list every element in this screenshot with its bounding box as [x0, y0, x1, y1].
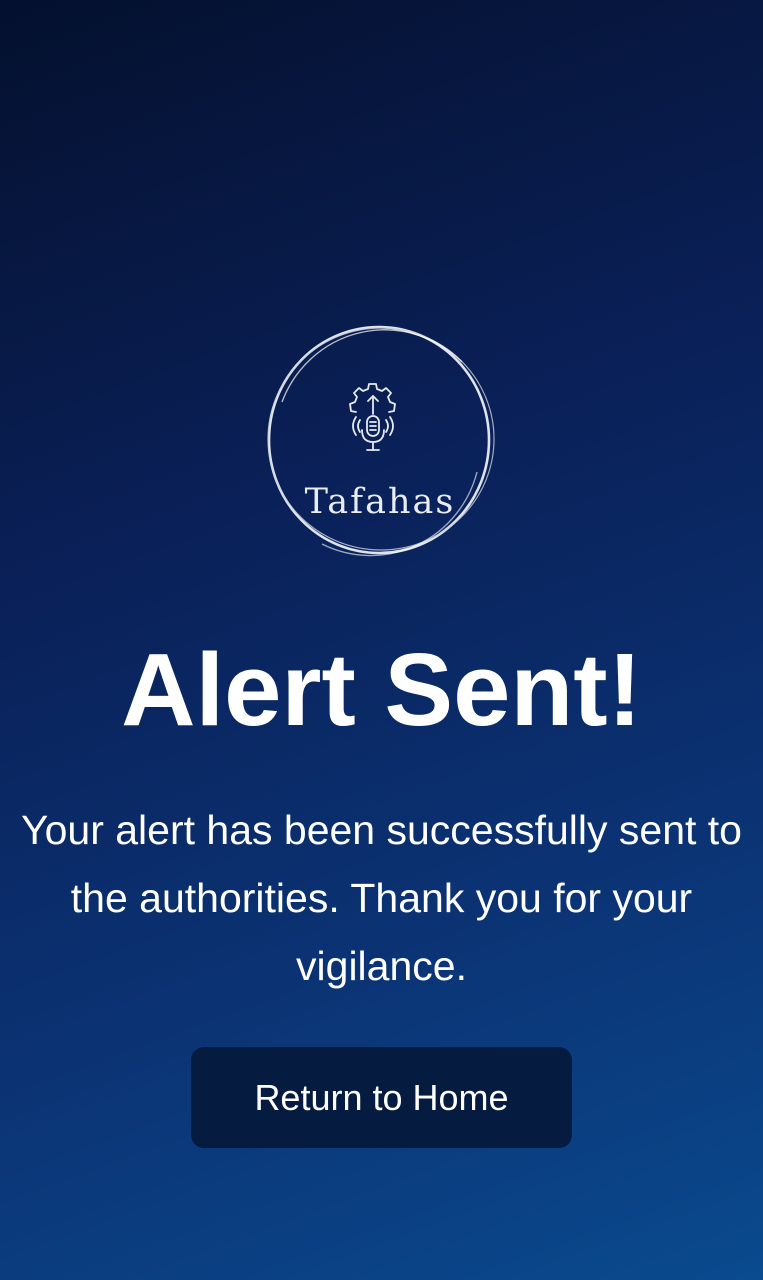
page-title: Alert Sent!	[121, 632, 642, 747]
brand-name: Tafahas	[304, 482, 456, 522]
microphone-gear-icon	[349, 383, 396, 451]
confirmation-message: Your alert has been successfully sent to…	[21, 807, 742, 989]
return-home-button[interactable]: Return to Home	[191, 1047, 572, 1148]
logo-ring	[267, 325, 495, 557]
app-logo: Tafahas	[262, 322, 498, 560]
